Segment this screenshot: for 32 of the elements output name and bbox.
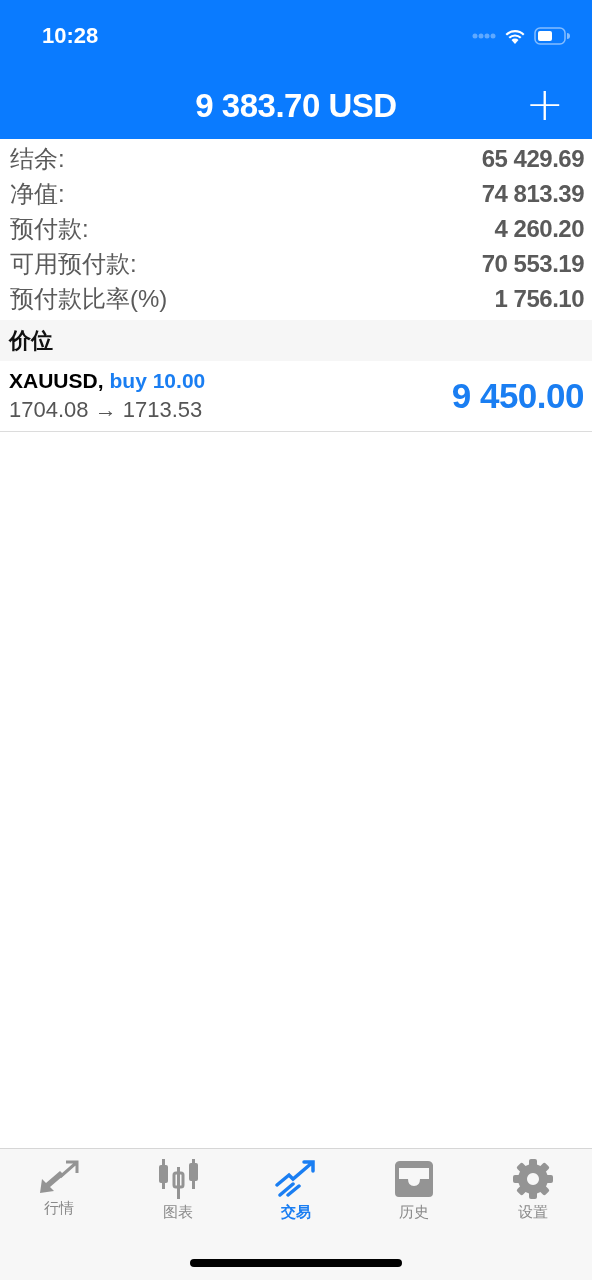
position-order: buy 10.00: [109, 369, 206, 393]
summary-label: 净值:: [10, 178, 65, 209]
summary-label: 结余:: [10, 143, 65, 174]
summary-value: 4 260.20: [494, 214, 584, 243]
position-symbol: XAUUSD,: [9, 369, 104, 393]
summary-value: 1 756.10: [494, 284, 584, 313]
status-time: 10:28: [42, 23, 99, 49]
settings-icon: [511, 1159, 554, 1199]
tab[interactable]: 行情: [9, 1157, 110, 1224]
summary-value: 74 813.39: [481, 179, 584, 208]
trend-icon: [274, 1159, 317, 1199]
tab[interactable]: 交易: [245, 1157, 346, 1224]
candlestick-icon: [156, 1159, 199, 1199]
position-prices: 1704.08 → 1713.53: [9, 397, 204, 423]
wifi-icon: [504, 28, 526, 44]
summary-label: 预付款:: [10, 213, 89, 244]
summary-label: 预付款比率(%): [10, 283, 168, 314]
balance-title: 9 383.70 USD: [195, 86, 397, 125]
battery-icon: [534, 27, 570, 45]
arrows-icon: [38, 1159, 81, 1195]
section-title: 价位: [9, 326, 53, 355]
summary-value: 65 429.69: [481, 144, 584, 173]
position-profit: 9 450.00: [451, 376, 584, 416]
summary-value: 70 553.19: [481, 249, 584, 278]
summary-label: 可用预付款:: [10, 248, 137, 279]
inbox-icon: [393, 1159, 436, 1199]
add-button[interactable]: +: [521, 80, 568, 128]
tab[interactable]: 设置: [482, 1157, 583, 1224]
signal-icon: [472, 33, 496, 39]
tab[interactable]: 图表: [127, 1157, 228, 1224]
position-row[interactable]: XAUUSD, buy 10.00 1704.08 → 1713.53 9 450.00: [0, 361, 592, 432]
tab[interactable]: 历史: [364, 1157, 465, 1224]
